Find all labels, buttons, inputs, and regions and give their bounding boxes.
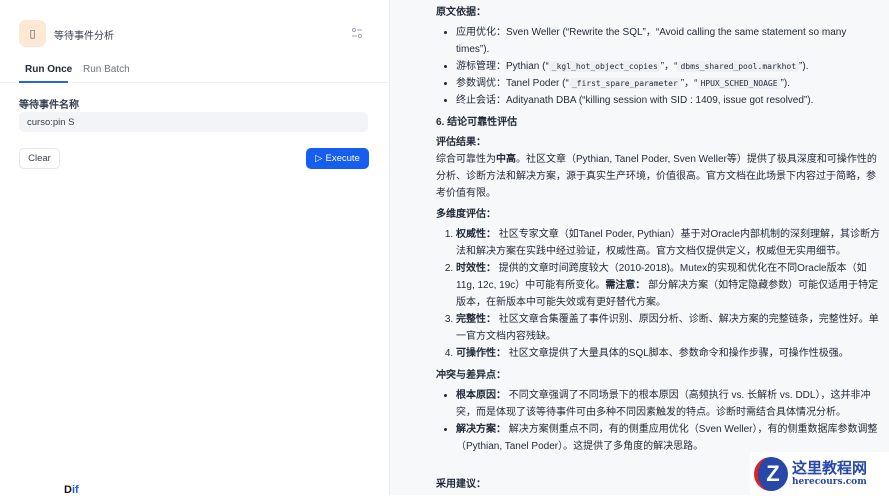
list-item: 可操作性： 社区文章提供了大量具体的SQL脚本、参数命令和操作步骤，可操作性极强… xyxy=(456,345,882,362)
list-item: 应用优化：Sven Weller (“Rewrite the SQL”，“Avo… xyxy=(456,24,882,58)
input-panel: ▯ 等待事件分析 Run Once Run Batch 等待事件名称 Clear… xyxy=(0,0,390,496)
tab-bar: Run Once Run Batch xyxy=(0,58,390,83)
section-heading: 6. 结论可靠性评估 xyxy=(436,117,518,128)
active-tab-indicator xyxy=(19,81,68,83)
multi-list: 权威性： 社区专家文章（如Tanel Poder, Pythian）基于对Ora… xyxy=(436,226,882,362)
multi-heading: 多维度评估： xyxy=(436,209,496,220)
conflict-list: 根本原因： 不同文章强调了不同场景下的根本原因（高频执行 vs. 长解析 vs.… xyxy=(436,387,882,455)
list-item: 根本原因： 不同文章强调了不同场景下的根本原因（高频执行 vs. 长解析 vs.… xyxy=(456,387,882,421)
tab-run-once[interactable]: Run Once xyxy=(25,64,72,75)
list-item: 终止会话：Adityanath DBA (“killing session wi… xyxy=(456,92,882,109)
list-item: 解决方案： 解决方案侧重点不同，有的侧重应用优化（Sven Weller），有的… xyxy=(456,421,882,455)
tab-run-batch[interactable]: Run Batch xyxy=(83,64,130,75)
play-icon: ▷ xyxy=(315,153,323,164)
execute-label: Execute xyxy=(325,153,360,164)
output-content: 原文依据： 应用优化：Sven Weller (“Rewrite the SQL… xyxy=(436,2,882,460)
clear-button[interactable]: Clear xyxy=(19,148,60,169)
list-item: 参数调优：Tanel Poder (“_first_spare_paramete… xyxy=(456,75,882,92)
adopt-heading: 采用建议： xyxy=(436,478,492,492)
list-item: 完整性： 社区文章合集覆盖了事件识别、原因分析、诊断、解决方案的完整链条，完整性… xyxy=(456,311,882,345)
list-item: 游标管理：Pythian (“_kgl_hot_object_copies”，“… xyxy=(456,58,882,75)
result-heading: 评估结果： xyxy=(436,137,486,148)
settings-sliders-icon[interactable] xyxy=(351,27,363,39)
app-icon: ▯ xyxy=(19,20,46,47)
source-list: 应用优化：Sven Weller (“Rewrite the SQL”，“Avo… xyxy=(436,24,882,109)
list-item: 时效性： 提供的文章时间跨度较大（2010-2018)。Mutex的实现和优化在… xyxy=(456,260,882,311)
watermark-z-icon: Z xyxy=(754,456,788,491)
app-title: 等待事件分析 xyxy=(54,31,114,42)
output-panel: 原文依据： 应用优化：Sven Weller (“Rewrite the SQL… xyxy=(390,0,889,495)
watermark-logo: Z 这里教程网 herecours.com xyxy=(750,452,889,495)
wait-event-name-input[interactable] xyxy=(19,112,368,132)
source-heading: 原文依据： xyxy=(436,7,486,18)
result-paragraph: 综合可靠性为中高。社区文章（Pythian, Tanel Poder, Sven… xyxy=(436,154,877,199)
list-item: 权威性： 社区专家文章（如Tanel Poder, Pythian）基于对Ora… xyxy=(456,226,882,260)
conflict-heading: 冲突与差异点： xyxy=(436,370,506,381)
dify-logo: Dif xyxy=(64,484,79,496)
field-label: 等待事件名称 xyxy=(19,100,79,111)
execute-button[interactable]: ▷ Execute xyxy=(306,148,369,169)
